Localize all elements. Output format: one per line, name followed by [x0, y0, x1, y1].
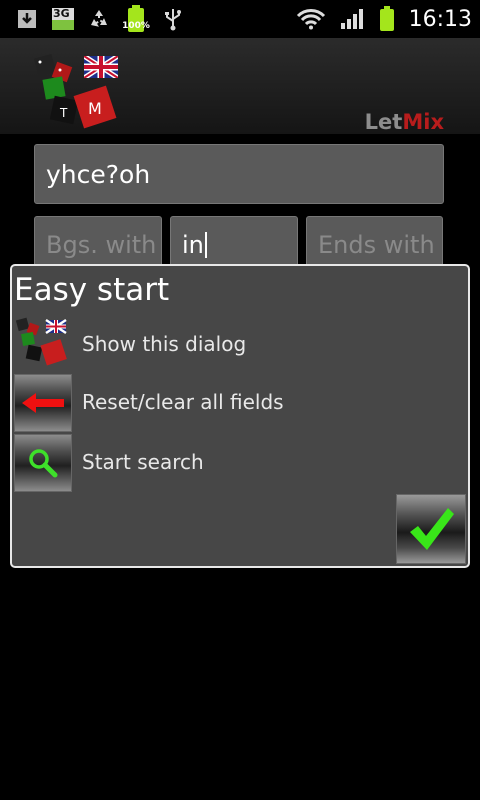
uk-flag-icon[interactable]: [82, 53, 120, 82]
status-bar: 3G 100% 16:13: [0, 0, 480, 38]
dice-logo-icon: [14, 316, 72, 374]
check-icon: [410, 508, 454, 550]
signal-icon: [339, 6, 365, 32]
search-icon: [14, 434, 72, 492]
usb-icon: [160, 6, 186, 32]
ok-button[interactable]: [396, 494, 466, 564]
brand-mix: Mix: [402, 110, 444, 134]
network-type: 3G: [53, 7, 70, 20]
dialog-item-label: Show this dialog: [82, 332, 247, 356]
app-brand: LetMix: [365, 110, 444, 134]
wifi-icon: [295, 6, 327, 32]
dialog-item-reset: Reset/clear all fields: [14, 374, 454, 432]
battery-icon: [377, 6, 397, 32]
dialog-item-search: Start search: [14, 434, 454, 492]
clock: 16:13: [408, 6, 472, 32]
svg-text:T: T: [59, 106, 68, 120]
red-arrow-left-icon: [14, 374, 72, 432]
battery-percent: 100%: [122, 21, 150, 31]
recycle-icon: [86, 6, 112, 32]
begins-with-placeholder: Bgs. with: [46, 231, 157, 259]
letters-input-value: yhce?oh: [46, 159, 151, 189]
text-cursor: [204, 232, 207, 258]
dialog-item-show-dialog: Show this dialog: [14, 316, 454, 374]
svg-text:M: M: [88, 99, 102, 118]
letters-input[interactable]: yhce?oh: [34, 144, 444, 204]
battery-full-icon: 100%: [122, 5, 150, 32]
app-header: T M LetMix: [0, 38, 480, 134]
dialog-title: Easy start: [14, 272, 170, 308]
dialog-item-label: Start search: [82, 450, 204, 474]
download-icon: [14, 6, 40, 32]
dialog-item-label: Reset/clear all fields: [82, 390, 284, 414]
easy-start-dialog: Easy start Show this dialog Reset/clear …: [10, 264, 470, 568]
contains-input-value: in: [182, 231, 204, 259]
brand-let: Let: [364, 110, 403, 134]
ends-with-placeholder: Ends with: [318, 231, 435, 259]
3g-data-icon: 3G: [50, 6, 76, 32]
